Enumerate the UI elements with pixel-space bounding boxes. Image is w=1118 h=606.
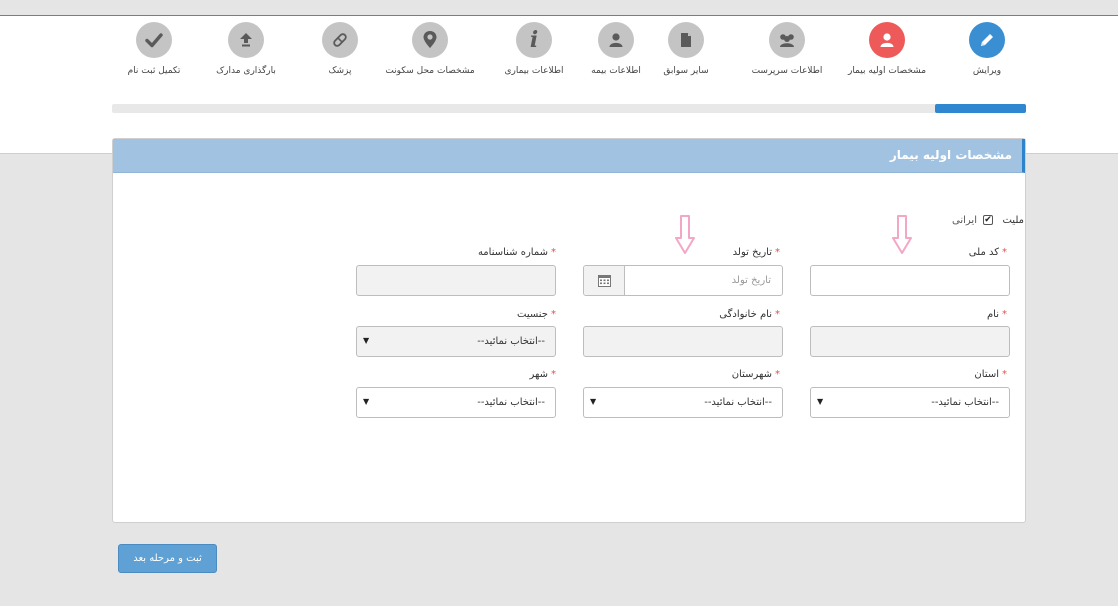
patient-info-panel: مشخصات اولیه بیمار ملیت ✔ ایرانی *کد ملی… (112, 138, 1026, 523)
id-number-input[interactable] (356, 265, 556, 296)
wizard-step-disease-info[interactable]: i اطلاعات بیماری (484, 22, 584, 76)
wizard-progress-fill (934, 104, 1026, 113)
nationality-label: ملیت (1002, 215, 1024, 226)
county-label: *شهرستان (731, 369, 780, 380)
wizard-step-complete[interactable]: تکمیل ثبت نام (104, 22, 204, 76)
info-icon: i (516, 22, 552, 58)
wizard-step-doctor[interactable]: پزشک (290, 22, 390, 76)
birth-date-field (583, 265, 783, 296)
city-selected-value: --انتخاب نمائید-- (477, 397, 545, 408)
submit-next-button[interactable]: ثبت و مرحله بعد (118, 544, 217, 573)
province-select[interactable]: --انتخاب نمائید-- ▼ (810, 387, 1010, 418)
wizard-step-label: پزشک (328, 66, 352, 76)
gender-label: *جنسیت (517, 309, 556, 320)
province-selected-value: --انتخاب نمائید-- (931, 397, 999, 408)
user-icon (869, 22, 905, 58)
chevron-down-icon: ▼ (363, 336, 370, 345)
wizard-step-patient-info[interactable]: مشخصات اولیه بیمار (837, 22, 937, 76)
wizard-progress-bar (112, 104, 1026, 113)
wizard-step-label: بارگذاری مدارک (216, 66, 276, 76)
chevron-down-icon: ▼ (817, 397, 824, 406)
map-marker-icon (412, 22, 448, 58)
pencil-icon (969, 22, 1005, 58)
city-select[interactable]: --انتخاب نمائید-- ▼ (356, 387, 556, 418)
panel-title: مشخصات اولیه بیمار (113, 139, 1025, 173)
wizard-step-label: مشخصات محل سکونت (385, 66, 475, 76)
wizard-step-label: اطلاعات سرپرست (751, 66, 823, 76)
file-icon (668, 22, 704, 58)
user-icon (598, 22, 634, 58)
gender-select[interactable]: --انتخاب نمائید-- ▼ (356, 326, 556, 357)
users-icon (769, 22, 805, 58)
wizard-step-label: تکمیل ثبت نام (127, 66, 181, 76)
upload-icon (228, 22, 264, 58)
check-icon (136, 22, 172, 58)
annotation-arrow-down-icon (675, 215, 695, 254)
chevron-down-icon: ▼ (363, 397, 370, 406)
wizard-step-label: اطلاعات بیماری (504, 66, 564, 76)
birth-date-label: *تاریخ تولد (732, 247, 780, 258)
wizard-step-label: مشخصات اولیه بیمار (847, 66, 927, 76)
last-name-input[interactable] (583, 326, 783, 357)
national-code-input[interactable] (810, 265, 1010, 296)
last-name-label: *نام خانوادگی (719, 309, 780, 320)
wizard-step-residence[interactable]: مشخصات محل سکونت (380, 22, 480, 76)
province-label: *استان (974, 369, 1007, 380)
wizard-step-label: ویرایش (972, 66, 1002, 76)
first-name-input[interactable] (810, 326, 1010, 357)
gender-selected-value: --انتخاب نمائید-- (477, 336, 545, 347)
birth-date-input[interactable] (626, 266, 781, 295)
county-select[interactable]: --انتخاب نمائید-- ▼ (583, 387, 783, 418)
nationality-row: ملیت ✔ ایرانی (943, 213, 1025, 229)
city-label: *شهر (529, 369, 556, 380)
wizard-step-documents[interactable]: بارگذاری مدارک (196, 22, 296, 76)
id-number-label: *شماره شناسنامه (477, 247, 556, 258)
nationality-iranian-checkbox[interactable]: ✔ (983, 215, 993, 225)
annotation-arrow-down-icon (892, 215, 912, 254)
pill-icon (322, 22, 358, 58)
wizard-step-edit[interactable]: ویرایش (937, 22, 1037, 76)
nationality-iranian-label: ایرانی (952, 215, 977, 226)
chevron-down-icon: ▼ (590, 397, 597, 406)
wizard-step-guardian[interactable]: اطلاعات سرپرست (737, 22, 837, 76)
county-selected-value: --انتخاب نمائید-- (704, 397, 772, 408)
national-code-label: *کد ملی (968, 247, 1007, 258)
first-name-label: *نام (986, 309, 1007, 320)
calendar-icon[interactable] (584, 266, 625, 295)
